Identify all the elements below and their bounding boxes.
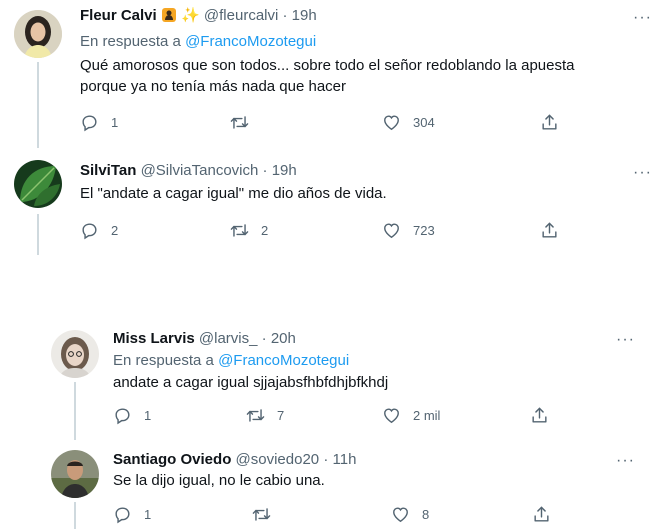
thread-line [74, 382, 76, 440]
emoji-icon [161, 7, 177, 23]
tweet-text-line: El "andate a cagar igual" me dio años de… [80, 185, 387, 202]
retweet-icon [252, 505, 271, 524]
more-icon[interactable]: ··· [633, 10, 652, 26]
display-name[interactable]: Santiago Oviedo [113, 451, 231, 468]
reply-icon [113, 505, 132, 524]
like-icon [382, 113, 401, 132]
tweet-header: Fleur Calvi ✨ @fleurcalvi · 19h [80, 6, 317, 26]
like-count: 304 [413, 114, 435, 130]
tweet-text: El "andate a cagar igual" me dio años de… [80, 183, 660, 204]
display-name[interactable]: Fleur Calvi [80, 7, 157, 24]
timestamp[interactable]: 19h [292, 7, 317, 24]
share-icon [530, 406, 549, 425]
tweet-santiago-oviedo[interactable]: Santiago Oviedo @soviedo20 · 11h ··· Se … [0, 438, 664, 529]
like-icon [391, 505, 410, 524]
like-button[interactable]: 723 [382, 220, 435, 240]
avatar[interactable] [14, 10, 62, 58]
avatar[interactable] [51, 330, 99, 378]
tweet-text-line: Qué amorosos que son todos... sobre todo… [80, 57, 575, 74]
like-button[interactable]: 2 mil [382, 405, 440, 425]
share-button[interactable] [540, 112, 559, 132]
thread-line [37, 62, 39, 148]
tweet-miss-larvis[interactable]: Miss Larvis @larvis_ · 20h ··· En respue… [0, 320, 664, 440]
retweet-button[interactable]: 2 [230, 220, 268, 240]
share-button[interactable] [530, 405, 549, 425]
thread-line [74, 502, 76, 529]
tweet-header: SilviTan @SilviaTancovich · 19h [80, 161, 297, 181]
more-icon[interactable]: ··· [616, 453, 635, 469]
tweet-header: Santiago Oviedo @soviedo20 · 11h [113, 450, 356, 470]
like-count: 2 mil [413, 407, 441, 423]
retweet-button[interactable] [230, 112, 261, 132]
reply-count: 1 [144, 407, 152, 423]
reply-icon [80, 113, 99, 132]
tweet-text: Qué amorosos que son todos... sobre todo… [80, 55, 660, 97]
reply-button[interactable]: 1 [113, 504, 151, 524]
reply-button[interactable]: 1 [80, 112, 118, 132]
retweet-icon [230, 113, 249, 132]
reply-count: 2 [111, 222, 119, 238]
retweet-icon [246, 406, 265, 425]
avatar[interactable] [14, 160, 62, 208]
tweet-text: Se la dijo igual, no le cabio una. [113, 470, 653, 491]
share-button[interactable] [540, 220, 559, 240]
separator: · [262, 162, 268, 179]
user-handle[interactable]: @soviedo20 [236, 451, 320, 468]
retweet-button[interactable] [252, 504, 283, 524]
reply-button[interactable]: 1 [113, 405, 151, 425]
like-button[interactable]: 8 [391, 504, 429, 524]
sparkles-icon: ✨ [181, 7, 200, 24]
share-icon [540, 221, 559, 240]
more-icon[interactable]: ··· [633, 165, 652, 181]
share-icon [540, 113, 559, 132]
user-handle[interactable]: @SilviaTancovich [141, 162, 259, 179]
retweet-count: 2 [261, 222, 269, 238]
separator: · [323, 451, 329, 468]
reply-context: En respuesta a @FrancoMozotegui [80, 32, 316, 52]
like-count: 723 [413, 222, 435, 238]
thread-line [37, 214, 39, 255]
like-icon [382, 221, 401, 240]
timestamp[interactable]: 19h [272, 162, 297, 179]
tweet-silvitan[interactable]: SilviTan @SilviaTancovich · 19h ··· El "… [0, 145, 664, 255]
reply-prefix: En respuesta a [80, 33, 181, 50]
user-handle[interactable]: @larvis_ [199, 330, 258, 347]
share-button[interactable] [532, 504, 551, 524]
separator: · [282, 7, 288, 24]
reply-count: 1 [144, 506, 152, 522]
like-icon [382, 406, 401, 425]
reply-handle-link[interactable]: @FrancoMozotegui [185, 33, 316, 50]
reply-context: En respuesta a @FrancoMozotegui [113, 351, 349, 371]
tweet-text-line: Se la dijo igual, no le cabio una. [113, 472, 325, 489]
tweet-text: andate a cagar igual sjjajabsfhbfdhjbfkh… [113, 372, 653, 393]
reply-button[interactable]: 2 [80, 220, 118, 240]
reply-icon [80, 221, 99, 240]
retweet-icon [230, 221, 249, 240]
display-name[interactable]: SilviTan [80, 162, 136, 179]
tweet-header: Miss Larvis @larvis_ · 20h [113, 329, 296, 349]
user-handle[interactable]: @fleurcalvi [204, 7, 278, 24]
like-count: 8 [422, 506, 430, 522]
timestamp[interactable]: 11h [333, 451, 357, 468]
retweet-count: 7 [277, 407, 285, 423]
retweet-button[interactable]: 7 [246, 405, 284, 425]
reply-handle-link[interactable]: @FrancoMozotegui [218, 352, 349, 369]
reply-count: 1 [111, 114, 119, 130]
avatar[interactable] [51, 450, 99, 498]
tweet-fleur-calvi[interactable]: Fleur Calvi ✨ @fleurcalvi · 19h ··· En r… [0, 0, 664, 148]
tweet-text-line: porque ya no tenía más nada que hacer [80, 78, 347, 95]
tweet-text-line: andate a cagar igual sjjajabsfhbfdhjbfkh… [113, 374, 389, 391]
share-icon [532, 505, 551, 524]
more-icon[interactable]: ··· [616, 332, 635, 348]
separator: · [261, 330, 267, 347]
reply-icon [113, 406, 132, 425]
display-name[interactable]: Miss Larvis [113, 330, 195, 347]
timestamp[interactable]: 20h [271, 330, 296, 347]
reply-prefix: En respuesta a [113, 352, 214, 369]
like-button[interactable]: 304 [382, 112, 435, 132]
